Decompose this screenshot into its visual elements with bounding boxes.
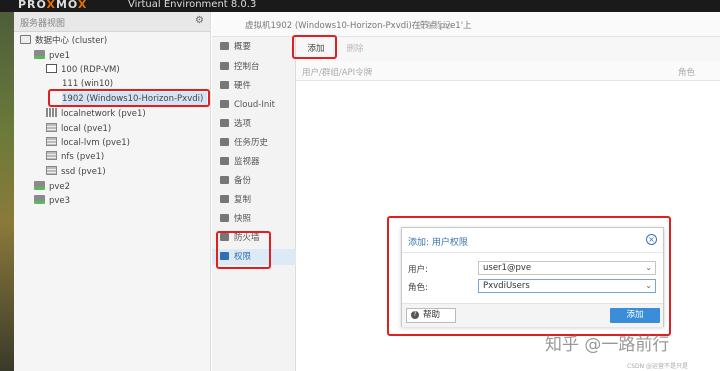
tree-node-datacenter[interactable]: 数据中心 (cluster) — [20, 34, 107, 48]
proxmox-logo: PROXMOX — [18, 0, 88, 11]
console-icon — [220, 61, 229, 70]
storage-icon — [46, 123, 57, 132]
tab-hardware[interactable]: 硬件 — [212, 78, 296, 94]
cloud-icon — [220, 99, 229, 108]
tree-node-storage-local-lvm[interactable]: local-lvm (pve1) — [46, 136, 130, 150]
tab-task-history[interactable]: 任务历史 — [212, 135, 296, 151]
user-label: 用户: — [408, 265, 428, 275]
view-selector[interactable]: 服务器视图 ⚙ — [14, 12, 210, 32]
resource-tree-panel: 服务器视图 ⚙ 数据中心 (cluster) pve1 100 (RDP-VM)… — [14, 12, 211, 371]
vm-tab-menu: 概要 控制台 硬件 Cloud-Init 选项 任务历史 监视器 备份 复制 快… — [212, 37, 296, 371]
dialog-title: 添加: 用户权限 — [408, 238, 468, 248]
gear-icon[interactable]: ⚙ — [195, 15, 204, 26]
remove-button[interactable]: 删除 — [342, 41, 368, 57]
tab-options[interactable]: 选项 — [212, 116, 296, 132]
tree-node-storage-ssd[interactable]: ssd (pve1) — [46, 165, 106, 179]
history-icon — [220, 213, 229, 222]
node-icon — [34, 50, 45, 59]
chevron-down-icon: ⌄ — [645, 281, 652, 290]
tab-console[interactable]: 控制台 — [212, 59, 296, 75]
vm-tags[interactable]: 没有标记 — [417, 19, 451, 31]
user-row: 用户: user1@pve ⌄ — [402, 259, 665, 279]
tab-snapshots[interactable]: 快照 — [212, 211, 296, 227]
tree-node-vm-100[interactable]: 100 (RDP-VM) — [46, 63, 120, 77]
role-label: 角色: — [408, 283, 428, 293]
tab-backup[interactable]: 备份 — [212, 173, 296, 189]
highlight-add-button — [292, 35, 337, 59]
permissions-toolbar: 添加 删除 — [296, 37, 720, 61]
column-role[interactable]: 角色 — [678, 66, 695, 78]
storage-icon — [46, 137, 57, 146]
tree-node-pve3[interactable]: pve3 — [34, 194, 70, 208]
datacenter-icon — [20, 35, 31, 44]
role-select[interactable]: PxvdiUsers ⌄ — [478, 279, 656, 293]
chevron-down-icon: ⌄ — [645, 263, 652, 272]
storage-icon — [46, 166, 57, 175]
list-icon — [220, 137, 229, 146]
floppy-icon — [220, 175, 229, 184]
permissions-grid-header: 用户/群组/API令牌 角色 — [296, 61, 720, 81]
header-subtitle: Virtual Environment 8.0.3 — [128, 0, 257, 10]
dialog-add-button[interactable]: 添加 — [610, 308, 660, 323]
help-button[interactable]: ? 帮助 — [406, 308, 456, 323]
tree-node-pve2[interactable]: pve2 — [34, 180, 70, 194]
eye-icon — [220, 156, 229, 165]
highlight-vm-node — [48, 89, 210, 107]
desktop-background — [0, 0, 14, 371]
column-user-group-token[interactable]: 用户/群组/API令牌 — [302, 66, 372, 78]
close-icon[interactable]: × — [646, 234, 657, 245]
retweet-icon — [220, 194, 229, 203]
vm-title-bar: 虚拟机1902 (Windows10-Horizon-Pxvdi)在节点'pve… — [212, 12, 720, 37]
hardware-icon — [220, 80, 229, 89]
summary-icon — [220, 41, 229, 50]
tree-node-storage-local[interactable]: local (pve1) — [46, 122, 111, 136]
gear-icon — [220, 118, 229, 127]
tab-summary[interactable]: 概要 — [212, 39, 296, 55]
node-icon — [34, 181, 45, 190]
tab-cloud-init[interactable]: Cloud-Init — [212, 97, 296, 113]
add-user-permission-dialog: 添加: 用户权限 × 用户: user1@pve ⌄ 角色: PxvdiUsers… — [401, 227, 664, 327]
dialog-footer: ? 帮助 添加 — [402, 303, 663, 327]
role-row: 角色: PxvdiUsers ⌄ — [402, 277, 665, 297]
watermark: 知乎 @一路前行 — [545, 335, 670, 355]
highlight-permissions-tab — [216, 231, 271, 269]
tab-monitor[interactable]: 监视器 — [212, 154, 296, 170]
tab-replication[interactable]: 复制 — [212, 192, 296, 208]
dialog-title-bar: 添加: 用户权限 × — [402, 228, 663, 253]
network-icon — [46, 108, 57, 117]
tree-node-pve1[interactable]: pve1 — [34, 49, 70, 63]
vm-icon — [46, 64, 57, 73]
user-select[interactable]: user1@pve ⌄ — [478, 261, 656, 275]
view-selector-label: 服务器视图 — [20, 19, 66, 29]
storage-icon — [46, 151, 57, 160]
tree-node-storage-nfs[interactable]: nfs (pve1) — [46, 150, 104, 164]
watermark-small: CSDN @运营不是只是 — [627, 363, 689, 370]
question-icon: ? — [411, 311, 419, 319]
tree-node-localnetwork[interactable]: localnetwork (pve1) — [46, 107, 146, 121]
app-header: PROXMOX Virtual Environment 8.0.3 — [0, 0, 720, 12]
node-icon — [34, 195, 45, 204]
